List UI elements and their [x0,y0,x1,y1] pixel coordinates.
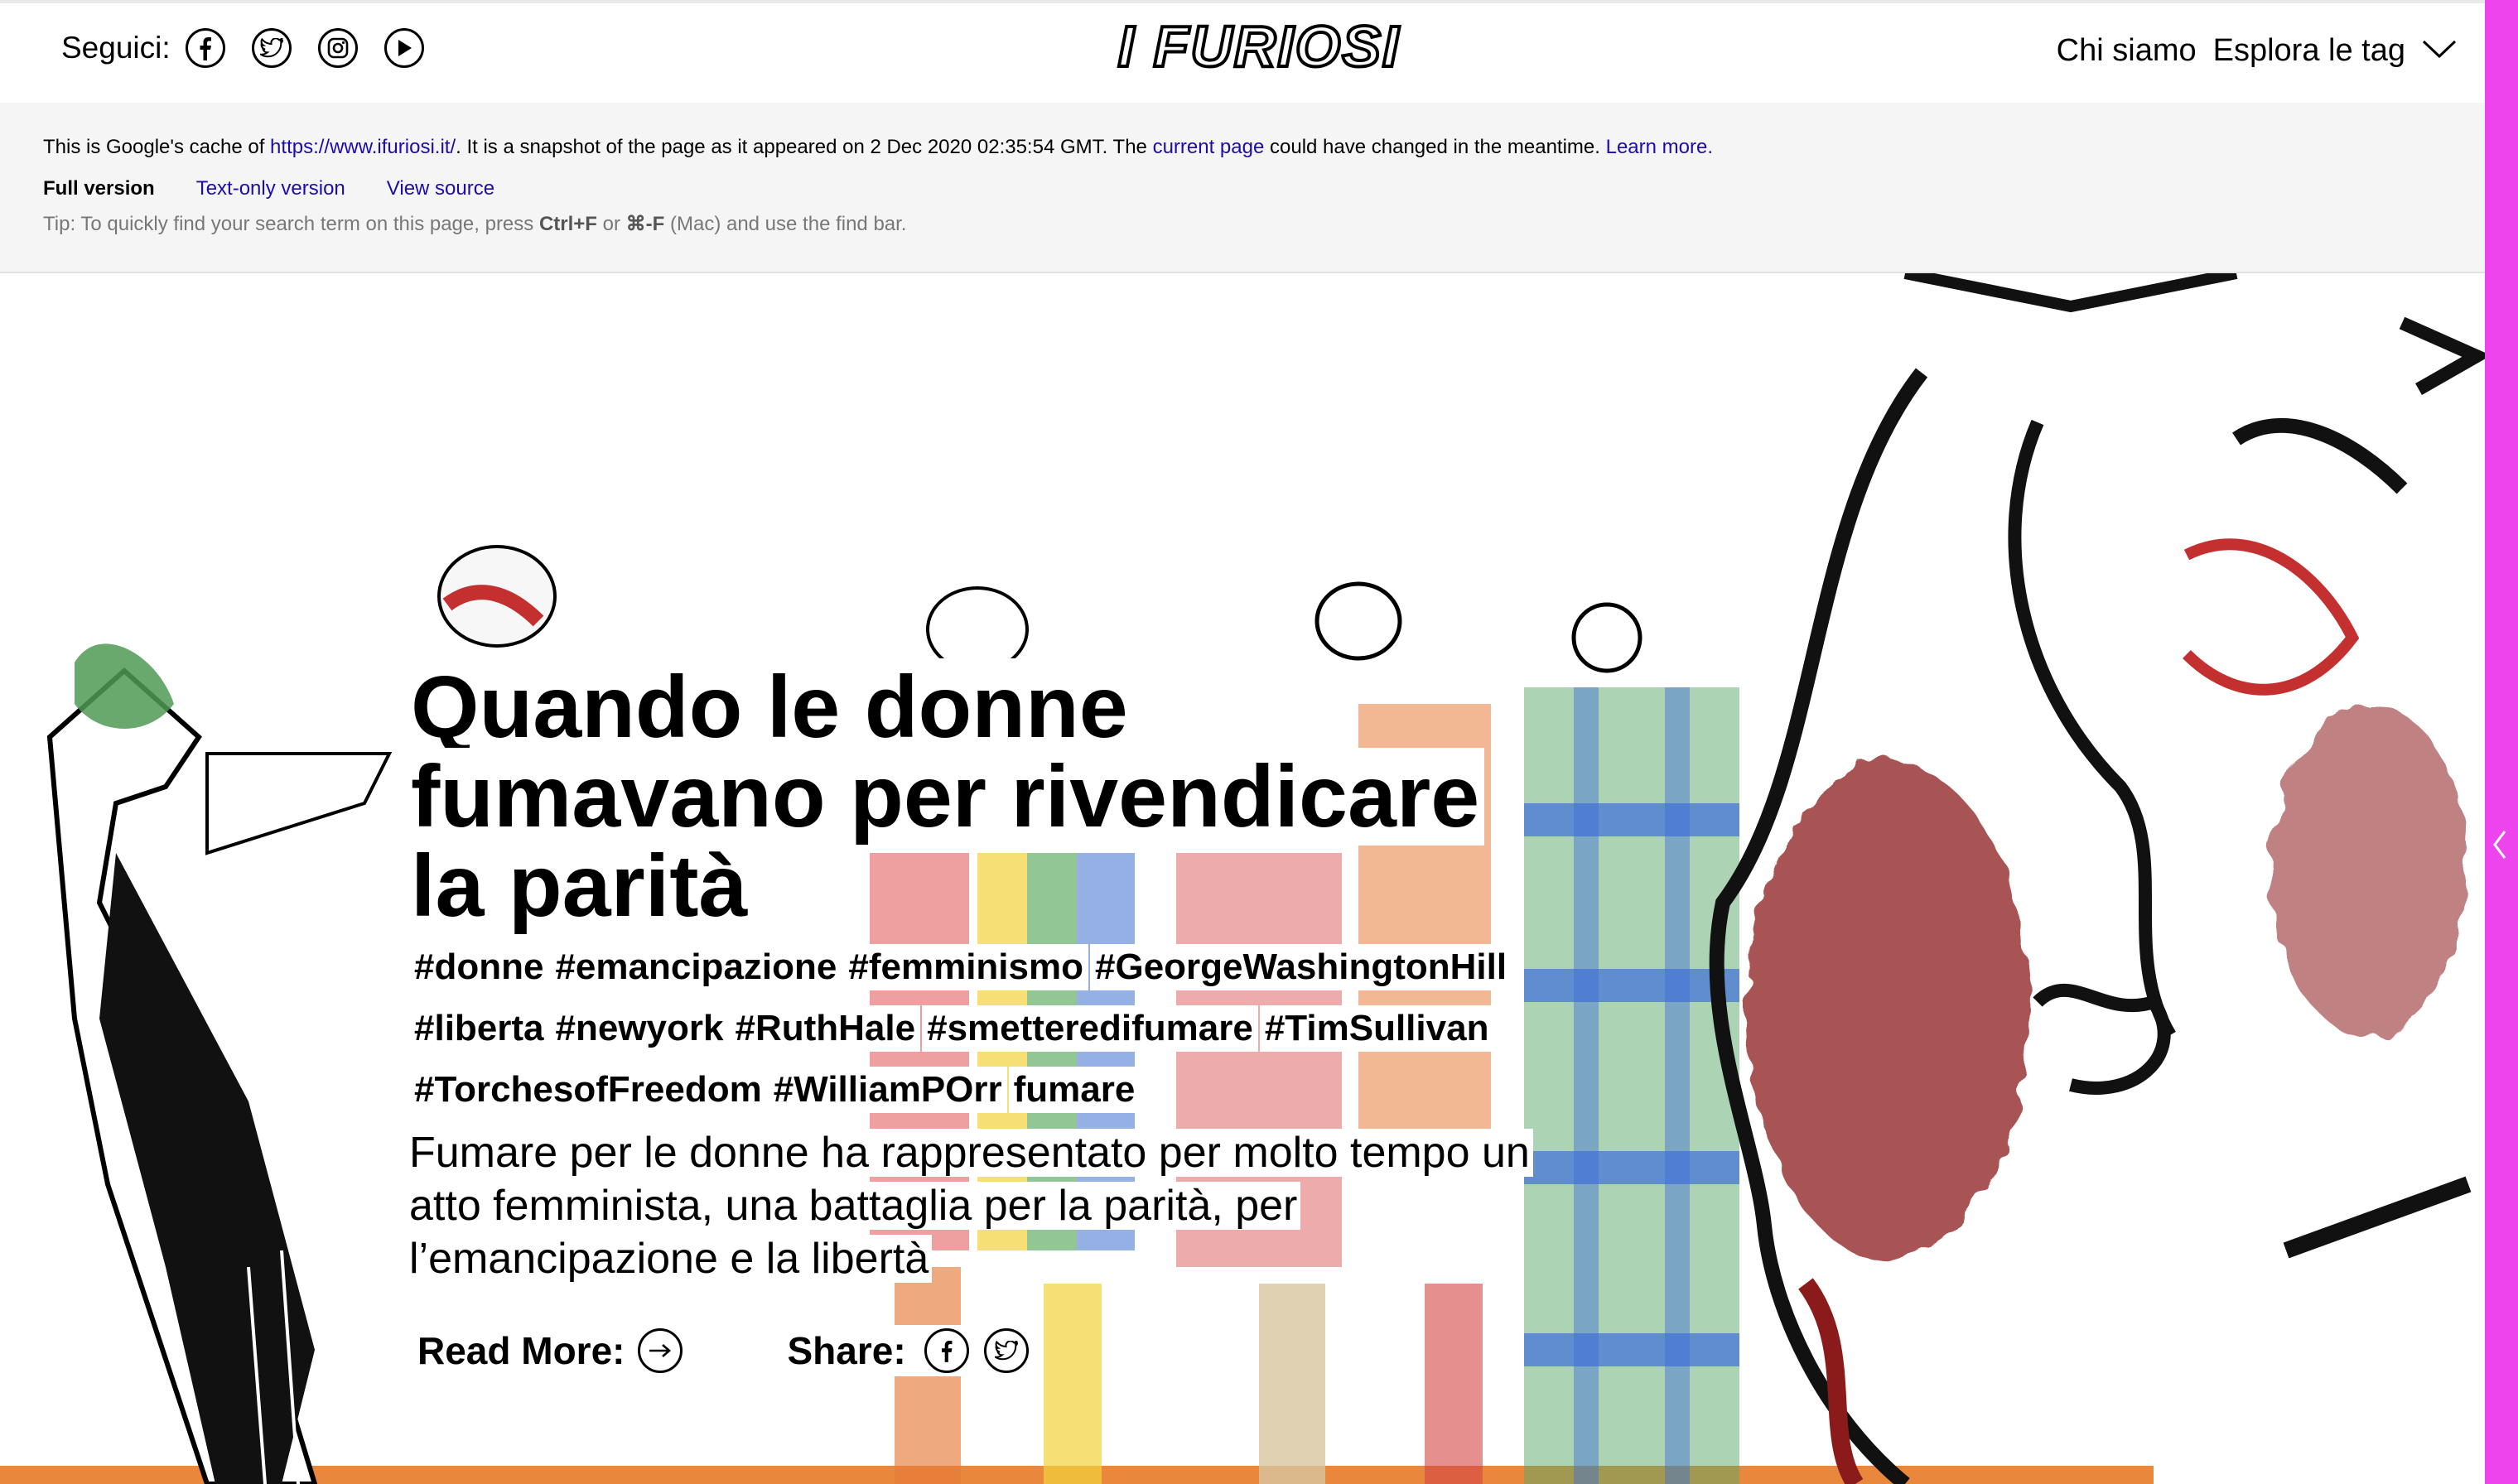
tag-link[interactable]: #TimSullivan [1259,1005,1494,1052]
arrow-right-icon[interactable] [638,1328,683,1373]
site-logo[interactable]: I FURIOSI [1110,12,1408,81]
share-facebook-icon[interactable] [924,1328,969,1373]
nav-about-link[interactable]: Chi siamo [2057,33,2197,69]
youtube-play-icon[interactable] [383,28,424,68]
article-abstract-text: Fumare per le donne ha rappresentato per… [406,1129,1533,1283]
learn-more-link[interactable]: Learn more. [1606,136,1713,158]
tip-suffix: (Mac) and use the find bar. [664,213,907,235]
hero-section: Quando le donne fumavano per rivendicare… [0,273,2485,1484]
tip-or: or [596,213,626,235]
read-more-button[interactable]: Read More: [411,1325,690,1376]
cache-text-middle: . It is a snapshot of the page as it app… [456,136,1153,158]
twitter-icon[interactable] [251,28,292,68]
site-header: Seguici: I FURIOSI Chi siamo Esplora le … [0,0,2485,103]
chevron-down-icon[interactable] [2422,36,2457,65]
tip-key-ctrl-f: Ctrl+F [538,213,597,235]
full-version-link[interactable]: Full version [43,177,155,200]
tip-key-cmd-f: ⌘-F [625,213,665,235]
tag-link[interactable]: #newyork [550,1005,729,1052]
article-actions: Read More: Share: [411,1325,1035,1376]
cache-info-line: This is Google's cache of https://www.if… [43,136,1713,159]
logo-text: I FURIOSI [1118,15,1401,79]
social-follow: Seguici: [61,28,451,68]
article-abstract: Fumare per le donne ha rappresentato per… [406,1126,1549,1285]
share-label: Share: [787,1329,906,1372]
chevron-left-icon[interactable] [2490,828,2510,861]
cache-text-suffix: could have changed in the meantime. [1264,136,1606,158]
view-source-link[interactable]: View source [387,177,494,200]
tag-link[interactable]: #GeorgeWashingtonHill [1090,944,1512,990]
tag-link[interactable]: #emancipazione [550,944,842,990]
google-cache-banner: This is Google's cache of https://www.if… [0,103,2485,273]
article-title-text: Quando le donne fumavano per rivendicare… [406,658,1485,935]
cache-tip: Tip: To quickly find your search term on… [43,212,906,236]
article-tags: #donne #emancipazione #femminismo #GeorgeWa… [409,944,1527,1128]
tag-link[interactable]: #TorchesofFreedom [409,1067,767,1113]
cached-url-link[interactable]: https://www.ifuriosi.it/ [270,136,456,158]
tag-link[interactable]: #donne [409,944,549,990]
top-nav: Chi siamo Esplora le tag [2057,33,2457,69]
side-panel-strip[interactable] [2485,0,2518,1484]
tag-link[interactable]: #RuthHale [730,1005,921,1052]
cache-version-links: Full version Text-only version View sour… [43,177,494,200]
tag-link[interactable]: fumare [1008,1067,1141,1113]
tag-link[interactable]: #femminismo [843,944,1088,990]
tag-link[interactable]: #WilliamPOrr [768,1067,1007,1113]
tip-prefix: Tip: To quickly find your search term on… [43,213,539,235]
tag-link[interactable]: #liberta [409,1005,549,1052]
read-more-label: Read More: [417,1329,625,1372]
tag-link[interactable]: #smetteredifumare [922,1005,1258,1052]
instagram-icon[interactable] [317,28,358,68]
share-group: Share: [780,1325,1035,1376]
cache-text-prefix: This is Google's cache of [43,136,271,158]
facebook-icon[interactable] [185,28,225,68]
current-page-link[interactable]: current page [1153,136,1265,158]
nav-explore-tags-link[interactable]: Esplora le tag [2213,33,2405,69]
text-only-version-link[interactable]: Text-only version [196,177,345,200]
follow-label: Seguici: [61,31,171,65]
share-twitter-icon[interactable] [983,1328,1029,1373]
article-title[interactable]: Quando le donne fumavano per rivendicare… [406,658,1532,935]
